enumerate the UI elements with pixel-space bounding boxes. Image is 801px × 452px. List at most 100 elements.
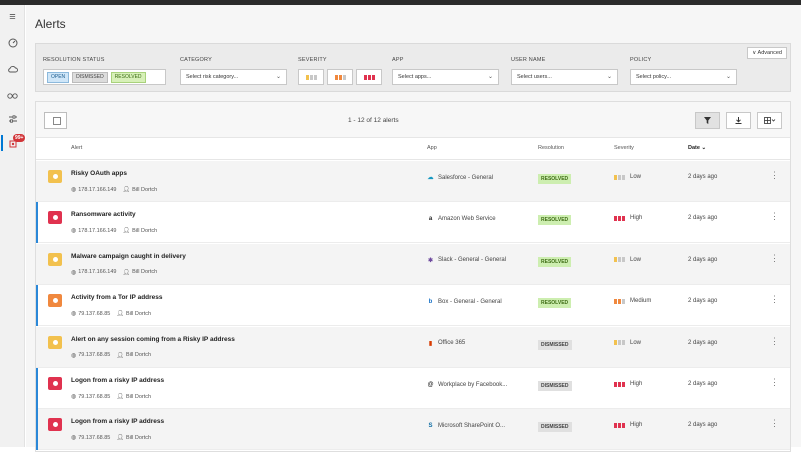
select-all-checkbox[interactable] <box>44 112 67 129</box>
severity-indicator: High <box>614 215 642 221</box>
alert-ip[interactable]: 178.17.166.149 <box>78 187 116 193</box>
severity-medium-toggle[interactable] <box>327 69 353 85</box>
alert-app[interactable]: S Microsoft SharePoint O... <box>427 422 505 429</box>
alert-user[interactable]: Bill Dortch <box>126 352 151 358</box>
more-options-icon[interactable]: ⋮ <box>770 171 779 180</box>
more-options-icon[interactable]: ⋮ <box>770 295 779 304</box>
alert-name-link[interactable]: Risky OAuth apps <box>71 170 127 177</box>
more-options-icon[interactable]: ⋮ <box>770 253 779 263</box>
resolution-status-label: RESOLUTION STATUS <box>43 57 105 63</box>
policy-placeholder: Select policy... <box>636 74 672 80</box>
alert-date: 2 days ago <box>688 339 718 346</box>
severity-low-toggle[interactable] <box>298 69 324 85</box>
severity-label: High <box>630 381 643 387</box>
dashboard-icon[interactable] <box>0 33 25 53</box>
alert-ip[interactable]: 79.137.68.85 <box>78 311 110 317</box>
table-row[interactable]: Logon from a risky IP address ◍ 79.137.68.… <box>36 409 790 451</box>
table-row[interactable]: Ransomware activity ◍ 178.17.166.149 👤︎ Bill… <box>36 202 790 244</box>
app-logo-icon: ☁ <box>427 175 434 181</box>
alert-ip[interactable]: 178.17.166.149 <box>78 228 116 234</box>
alerts-count-badge: 99+ <box>13 134 26 142</box>
alert-name-link[interactable]: Activity from a Tor IP address <box>71 294 163 301</box>
policy-label: POLICY <box>630 57 652 63</box>
resolution-badge: DISMISSED <box>538 381 572 391</box>
resolution-badge: RESOLVED <box>538 174 572 184</box>
columns-button[interactable] <box>757 112 782 129</box>
alert-user[interactable]: Bill Dortch <box>126 435 151 441</box>
alert-app[interactable]: ✱ Slack - General - General <box>427 257 506 264</box>
advanced-button[interactable]: ∨ Advanced <box>747 47 787 59</box>
alert-app[interactable]: b Box - General - General <box>427 298 502 305</box>
alert-name-link[interactable]: Alert on any session coming from a Risky… <box>71 336 235 343</box>
alert-app[interactable]: ▮ Office 365 <box>427 340 465 347</box>
alert-user[interactable]: Bill Dortch <box>132 228 157 234</box>
export-button[interactable] <box>726 112 751 129</box>
alert-name-link[interactable]: Logon from a risky IP address <box>71 377 164 384</box>
alert-name-link[interactable]: Ransomware activity <box>71 211 136 218</box>
chevron-down-icon: ∨ <box>752 50 757 56</box>
severity-high-toggle[interactable] <box>356 69 382 85</box>
user-icon: 👤︎ <box>116 311 124 318</box>
alert-app[interactable]: @ Workplace by Facebook... <box>427 381 508 388</box>
severity-indicator: High <box>614 422 642 428</box>
column-header-resolution[interactable]: Resolution <box>538 145 564 151</box>
app-logo-icon: ✱ <box>427 257 434 264</box>
category-placeholder: Select risk category... <box>186 74 239 80</box>
column-header-alert[interactable]: Alert <box>71 145 82 151</box>
filter-button[interactable] <box>695 112 720 129</box>
severity-label: SEVERITY <box>298 57 327 63</box>
sidebar: ≡ 99+ <box>0 5 26 447</box>
alert-ip[interactable]: 79.137.68.85 <box>78 394 110 400</box>
chevron-down-icon: ⌄ <box>725 74 731 80</box>
resolved-toggle[interactable]: RESOLVED <box>110 71 146 83</box>
more-options-icon[interactable]: ⋮ <box>770 212 779 221</box>
user-name-select[interactable]: Select users... ⌄ <box>511 69 618 85</box>
globe-icon: ◍ <box>71 435 77 442</box>
alert-date: 2 days ago <box>688 174 718 180</box>
alert-app-name: Workplace by Facebook... <box>438 381 508 388</box>
menu-icon[interactable]: ≡ <box>0 7 25 27</box>
resolution-badge: RESOLVED <box>538 215 572 226</box>
alert-severity-icon <box>48 170 62 183</box>
alert-severity-icon <box>48 377 62 390</box>
cloud-icon[interactable] <box>0 59 25 79</box>
category-select[interactable]: Select risk category... ⌄ <box>180 69 287 85</box>
alerts-nav-item[interactable]: 99+ <box>0 133 26 153</box>
globe-icon: ◍ <box>71 394 77 400</box>
control-sliders-icon[interactable] <box>0 109 25 129</box>
alert-ip[interactable]: 79.137.68.85 <box>78 435 110 441</box>
alert-user[interactable]: Bill Dortch <box>132 187 157 193</box>
column-header-severity[interactable]: Severity <box>614 145 634 151</box>
dismissed-toggle[interactable]: DISMISSED <box>72 71 108 83</box>
user-icon: 👤︎ <box>122 269 131 276</box>
table-row[interactable]: Risky OAuth apps ◍ 178.17.166.149 👤︎ Bill Do… <box>36 161 790 202</box>
alert-app[interactable]: ☁ Salesforce - General <box>427 174 494 182</box>
column-header-app[interactable]: App <box>427 145 437 151</box>
alert-name-link[interactable]: Malware campaign caught in delivery <box>71 253 186 260</box>
alert-app-name: Microsoft SharePoint O... <box>438 422 506 429</box>
app-label: APP <box>392 57 404 63</box>
table-row[interactable]: Malware campaign caught in delivery ◍ 178.… <box>36 243 790 285</box>
alert-user[interactable]: Bill Dortch <box>132 269 157 275</box>
alert-user[interactable]: Bill Dortch <box>126 394 151 400</box>
table-row[interactable]: Logon from a risky IP address ◍ 79.137.68.… <box>36 368 790 409</box>
more-options-icon[interactable]: ⋮ <box>770 378 779 387</box>
alert-user[interactable]: Bill Dortch <box>126 311 151 317</box>
policy-select[interactable]: Select policy... ⌄ <box>630 69 737 85</box>
table-row[interactable]: Alert on any session coming from a Risky… <box>36 326 790 368</box>
results-count: 1 - 12 of 12 alerts <box>348 117 399 124</box>
alert-meta: ◍ 79.137.68.85 👤︎ Bill Dortch <box>71 434 151 442</box>
open-toggle[interactable]: OPEN <box>47 71 70 83</box>
column-header-date[interactable]: Date ⌄ <box>688 145 706 151</box>
binoculars-icon[interactable] <box>0 85 25 105</box>
table-row[interactable]: Activity from a Tor IP address ◍ 79.137.68… <box>36 285 790 327</box>
alert-app[interactable]: a Amazon Web Service <box>427 215 496 222</box>
more-options-icon[interactable]: ⋮ <box>770 419 779 428</box>
more-options-icon[interactable]: ⋮ <box>770 336 779 346</box>
alert-ip[interactable]: 79.137.68.85 <box>78 352 110 358</box>
alert-name-link[interactable]: Logon from a risky IP address <box>71 418 164 425</box>
user-icon: 👤︎ <box>116 394 124 400</box>
app-select[interactable]: Select apps... ⌄ <box>392 69 499 85</box>
severity-label: Low <box>630 256 642 263</box>
alert-ip[interactable]: 178.17.166.149 <box>78 269 116 275</box>
